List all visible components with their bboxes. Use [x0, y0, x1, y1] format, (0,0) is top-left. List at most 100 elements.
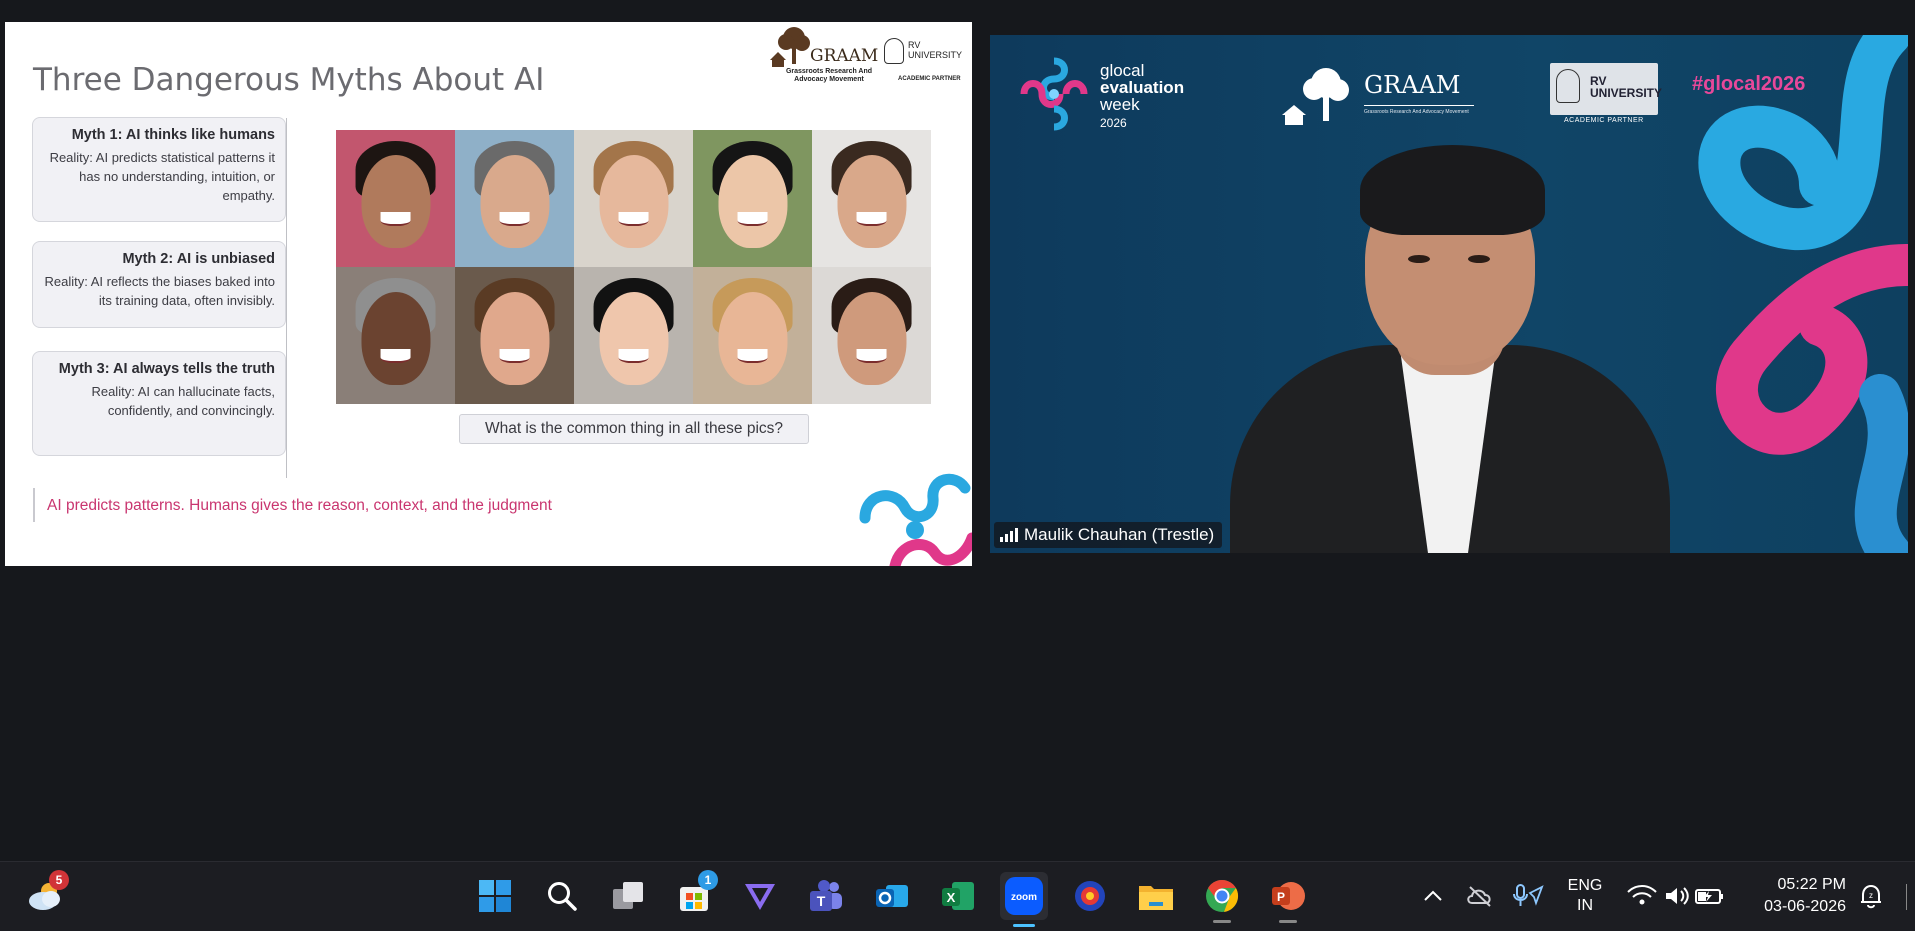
face-photo — [812, 130, 931, 267]
teams-icon: T — [810, 880, 842, 911]
chrome-button[interactable] — [1202, 876, 1242, 923]
face-smile — [618, 212, 649, 226]
swirl-decoration-icon — [859, 473, 972, 566]
search-button[interactable] — [542, 876, 582, 916]
svg-text:T: T — [817, 893, 826, 909]
microphone-icon — [1513, 884, 1544, 906]
myth-card-3: Myth 3: AI always tells the truth Realit… — [32, 351, 286, 456]
face-head — [717, 154, 788, 248]
event-line-2: evaluation — [1100, 78, 1185, 97]
eye-right — [1468, 255, 1490, 263]
powerpoint-button[interactable]: P — [1268, 876, 1308, 923]
face-photo — [455, 267, 574, 404]
rvu-name: RV UNIVERSITY — [908, 40, 963, 60]
store-badge: 1 — [698, 870, 718, 890]
face-head — [360, 154, 431, 248]
notifications-button[interactable]: z — [1856, 876, 1886, 916]
svg-text:z: z — [1869, 891, 1873, 900]
language-indicator[interactable]: ENG IN — [1560, 876, 1610, 916]
volume-icon — [1666, 887, 1689, 905]
face-smile — [737, 212, 768, 226]
quick-settings-icons — [1627, 885, 1723, 905]
weather-badge: 5 — [49, 870, 69, 890]
face-smile — [856, 349, 887, 363]
graam-wordmark: GRAAM — [1364, 71, 1461, 99]
app-logo-icon — [1075, 881, 1105, 911]
footer-accent-bar — [33, 488, 35, 522]
eye-left — [1408, 255, 1430, 263]
excel-button[interactable]: X — [938, 876, 978, 916]
face-head — [360, 291, 431, 385]
graam-subtitle: Grassroots Research And Advocacy Movemen… — [1364, 109, 1469, 115]
microphone-in-use-button[interactable] — [1508, 876, 1548, 916]
face-photo — [693, 267, 812, 404]
svg-text:X: X — [947, 890, 956, 905]
face-photo — [336, 130, 455, 267]
divider — [286, 118, 287, 478]
app-button-red-blue[interactable] — [1070, 876, 1110, 916]
graam-logo-video: GRAAM Grassroots Research And Advocacy M… — [1282, 65, 1474, 127]
face-photo — [455, 130, 574, 267]
wifi-icon — [1627, 885, 1657, 905]
task-view-button[interactable] — [608, 876, 648, 916]
teams-button[interactable]: T — [806, 876, 846, 916]
face-photo — [574, 130, 693, 267]
battery-charging-icon — [1695, 889, 1723, 904]
weather-widget[interactable]: 5 — [25, 870, 69, 916]
face-photo — [812, 267, 931, 404]
search-icon — [548, 882, 577, 911]
event-year: 2026 — [1100, 116, 1127, 130]
quick-settings-button[interactable] — [1624, 876, 1728, 916]
zoom-button[interactable]: zoom — [1000, 872, 1048, 927]
face-photo-grid — [336, 130, 931, 404]
excel-icon: X — [942, 882, 974, 910]
microsoft-store-button[interactable]: 1 — [674, 870, 718, 916]
windows-logo-icon — [479, 880, 511, 912]
show-desktop-divider[interactable] — [1906, 884, 1907, 910]
myth-reality: Reality: AI can hallucinate facts, confi… — [91, 384, 275, 418]
participant-name: Maulik Chauhan (Trestle) — [1024, 525, 1215, 544]
face-smile — [618, 349, 649, 363]
myth-title: Myth 3: AI always tells the truth — [58, 361, 275, 377]
academic-partner-label: ACADEMIC PARTNER — [898, 76, 961, 82]
graam-wordmark: GRAAM — [810, 46, 879, 66]
university-seal-icon — [884, 38, 904, 64]
zoom-label: zoom — [1011, 892, 1037, 903]
start-button[interactable] — [475, 876, 515, 916]
participant-video-tile[interactable]: glocal evaluation week 2026 GRAAM Grassr… — [990, 35, 1908, 553]
chevron-up-icon — [1424, 890, 1442, 901]
graam-underline — [1364, 105, 1474, 106]
glocal-evaluation-week-logo-icon — [1020, 57, 1088, 131]
onedrive-button[interactable] — [1460, 876, 1500, 916]
zoom-icon: zoom — [1005, 877, 1043, 915]
show-hidden-icons-button[interactable] — [1413, 876, 1453, 916]
clock[interactable]: 05:22 PM 03-06-2026 — [1750, 874, 1846, 918]
clock-time: 05:22 PM — [1777, 876, 1846, 893]
running-indicator — [1213, 920, 1231, 923]
myth-title: Myth 2: AI is unbiased — [122, 251, 275, 267]
vpn-app-button[interactable] — [740, 876, 780, 916]
language-code: ENG — [1567, 877, 1603, 894]
slide-logos: GRAAM Grassroots Research And Advocacy M… — [764, 24, 964, 86]
outlook-button[interactable] — [872, 876, 912, 916]
myth-card-2: Myth 2: AI is unbiased Reality: AI refle… — [32, 241, 286, 328]
running-indicator — [1279, 920, 1297, 923]
face-smile — [380, 212, 411, 226]
shared-slide: Three Dangerous Myths About AI GRAAM Gra… — [5, 22, 972, 566]
question-caption: What is the common thing in all these pi… — [459, 414, 809, 444]
hair — [1360, 145, 1545, 235]
powerpoint-icon: P — [1272, 882, 1305, 910]
graam-subtitle: Grassroots Research And Advocacy Movemen… — [785, 68, 873, 83]
myth-reality: Reality: AI reflects the biases baked in… — [44, 274, 275, 308]
face-head — [598, 154, 669, 248]
myth-card-1: Myth 1: AI thinks like humans Reality: A… — [32, 117, 286, 222]
slide-footer-text: AI predicts patterns. Humans gives the r… — [47, 497, 552, 514]
tree-icon — [1282, 68, 1349, 125]
myth-title: Myth 1: AI thinks like humans — [71, 127, 275, 143]
face-head — [598, 291, 669, 385]
chrome-icon — [1206, 879, 1239, 912]
slide-title: Three Dangerous Myths About AI — [33, 62, 545, 98]
clock-date: 03-06-2026 — [1764, 898, 1846, 915]
event-line-1: glocal — [1100, 61, 1145, 80]
file-explorer-button[interactable] — [1136, 876, 1176, 916]
